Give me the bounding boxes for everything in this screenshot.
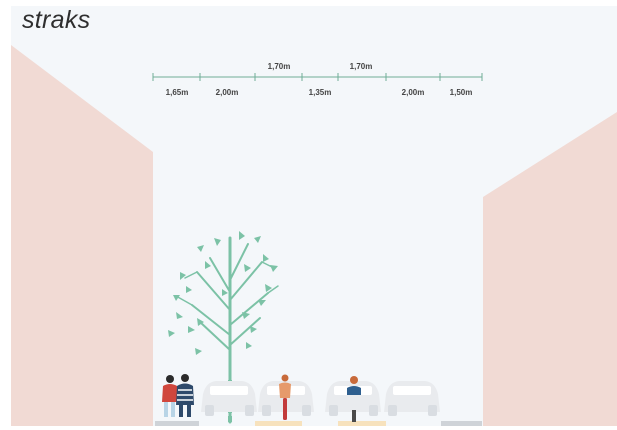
dim-label-upper-2: 1,70m bbox=[350, 62, 373, 71]
right-sidewalk bbox=[441, 421, 482, 426]
pedestrian-icon bbox=[176, 374, 194, 417]
page-title: straks bbox=[22, 6, 91, 34]
street-cross-section: 1,70m 1,70m 1,65m 2,00m 1,35m 2,00m 1,50… bbox=[11, 45, 617, 426]
left-sidewalk bbox=[155, 421, 199, 426]
dimension-line bbox=[152, 73, 483, 81]
dim-label-lower-1: 1,65m bbox=[166, 88, 189, 97]
tree-leaves bbox=[168, 231, 278, 355]
car-icon bbox=[384, 381, 440, 416]
car-icon bbox=[201, 381, 257, 416]
bike-lane-left bbox=[255, 421, 302, 426]
dim-label-lower-2: 2,00m bbox=[216, 88, 239, 97]
dim-label-upper-1: 1,70m bbox=[268, 62, 291, 71]
pedestrian-icon bbox=[162, 375, 178, 417]
bike-lane-right bbox=[338, 421, 386, 426]
left-building bbox=[11, 45, 153, 426]
right-building bbox=[483, 112, 617, 426]
dim-label-lower-4: 2,00m bbox=[402, 88, 425, 97]
dim-label-lower-5: 1,50m bbox=[450, 88, 473, 97]
dim-label-lower-3: 1,35m bbox=[309, 88, 332, 97]
